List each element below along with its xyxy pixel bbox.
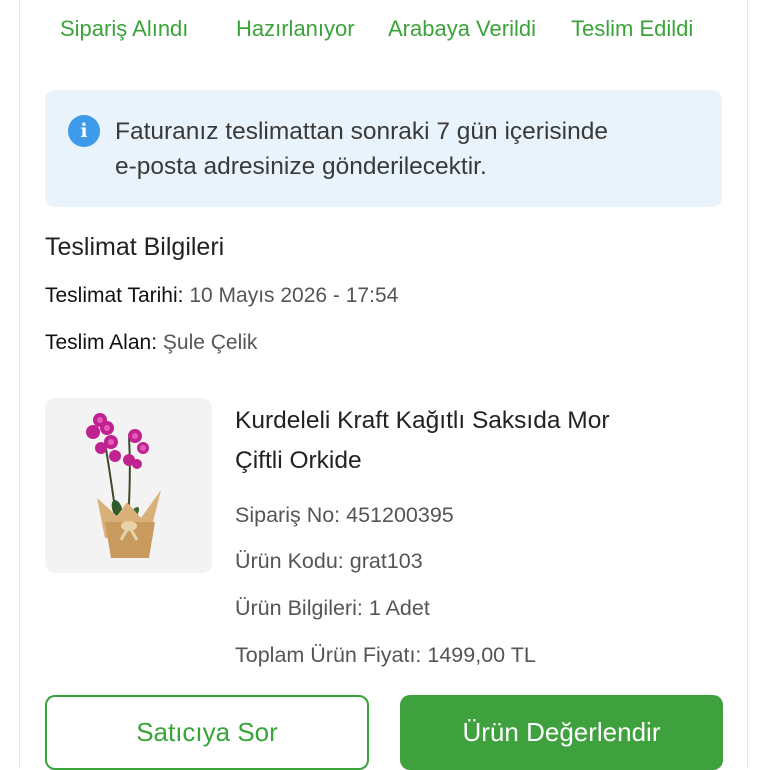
rate-product-button[interactable]: Ürün Değerlendir [400, 695, 723, 770]
info-icon: i [68, 115, 100, 147]
product-title-line1: Kurdeleli Kraft Kağıtlı Saksıda Mor [235, 407, 610, 434]
product-info-value: 1 Adet [368, 596, 430, 620]
card-border-right [747, 0, 748, 768]
product-title-line2: Çiftli Orkide [235, 447, 362, 474]
product-info-row: Ürün Bilgileri: 1 Adet [235, 596, 430, 621]
delivery-section-title: Teslimat Bilgileri [45, 233, 225, 261]
total-price-row: Toplam Ürün Fiyatı: 1499,00 TL [235, 643, 536, 668]
card-border-left [19, 0, 20, 768]
receiver-value: Şule Çelik [162, 331, 258, 354]
product-code-row: Ürün Kodu: grat103 [235, 549, 423, 574]
delivery-date-label: Teslimat Tarihi: [45, 284, 184, 307]
delivery-date-row: Teslimat Tarihi: 10 Mayıs 2026 - 17:54 [45, 284, 398, 308]
info-notice-text: Faturanız teslimattan sonraki 7 gün içer… [115, 114, 705, 184]
delivery-date-value: 10 Mayıs 2026 - 17:54 [189, 284, 399, 307]
product-image[interactable] [45, 398, 212, 573]
order-number-label: Sipariş No: [235, 503, 341, 527]
receiver-label: Teslim Alan: [45, 331, 158, 354]
receiver-row: Teslim Alan: Şule Çelik [45, 331, 257, 355]
step-order-received: Sipariş Alındı [60, 16, 189, 41]
order-number-row: Sipariş No: 451200395 [235, 503, 454, 528]
orchid-image [86, 413, 161, 558]
step-delivered: Teslim Edildi [571, 16, 694, 41]
invoice-info-notice: i Faturanız teslimattan sonraki 7 gün iç… [45, 90, 722, 207]
order-number-value: 451200395 [346, 503, 454, 527]
product-code-label: Ürün Kodu: [235, 549, 344, 573]
step-preparing: Hazırlanıyor [236, 16, 355, 41]
info-notice-line1: Faturanız teslimattan sonraki 7 gün içer… [115, 118, 608, 145]
product-info-label: Ürün Bilgileri: [235, 596, 363, 620]
ask-seller-button[interactable]: Satıcıya Sor [45, 695, 369, 770]
total-price-value: 1499,00 TL [427, 643, 536, 667]
step-shipped: Arabaya Verildi [388, 16, 536, 41]
order-status-stepper: Sipariş Alındı Hazırlanıyor Arabaya Veri… [45, 16, 723, 52]
product-code-value: grat103 [349, 549, 423, 573]
info-notice-line2: e-posta adresinize gönderilecektir. [115, 153, 487, 180]
total-price-label: Toplam Ürün Fiyatı: [235, 643, 422, 667]
product-title[interactable]: Kurdeleli Kraft Kağıtlı Saksıda Mor Çift… [235, 401, 715, 481]
